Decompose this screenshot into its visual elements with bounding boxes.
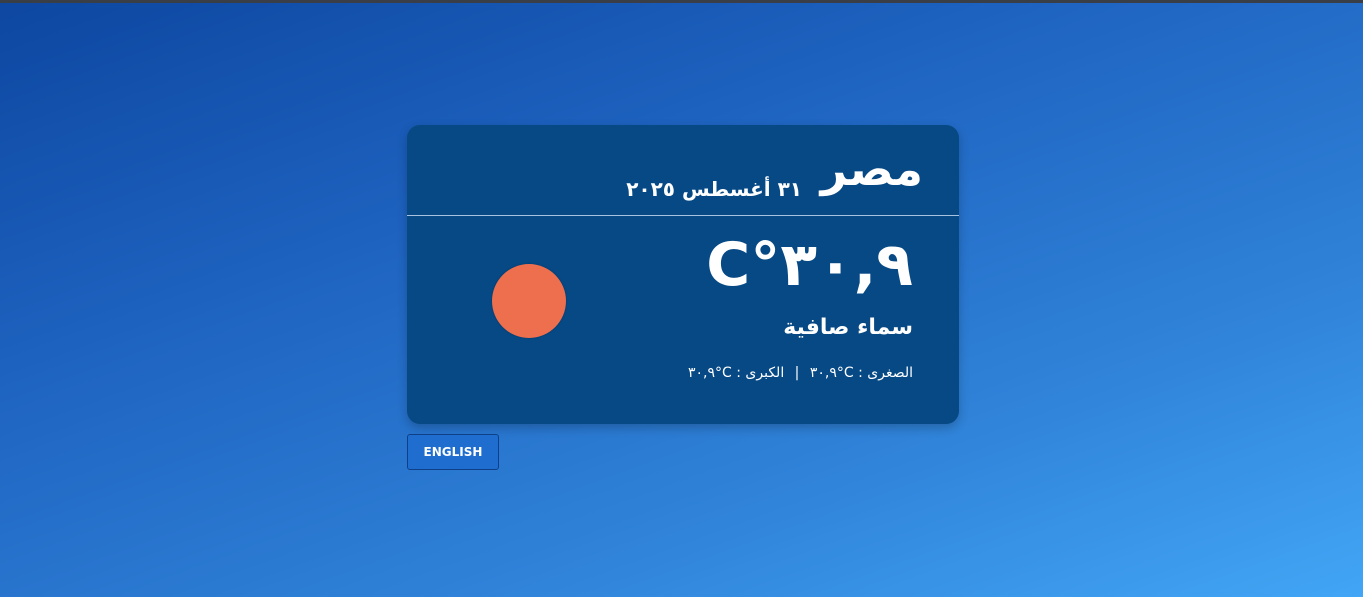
min-max-temperatures: الصغرى : C°٣٠,٩ | الكبرى : C°٣٠,٩ <box>688 362 913 384</box>
city-name: مصر <box>820 142 923 196</box>
min-max-separator: | <box>794 365 800 381</box>
min-value: C°٣٠,٩ <box>809 365 854 381</box>
weather-card: مصر ٣١ أغسطس ٢٠٢٥ C°٣٠,٩ سماء صافية الصغ… <box>407 125 959 424</box>
sun-icon <box>492 264 566 338</box>
top-strip <box>0 0 1363 3</box>
max-label: الكبرى : <box>736 365 785 381</box>
weather-condition: سماء صافية <box>783 315 913 340</box>
card-header: مصر ٣١ أغسطس ٢٠٢٥ <box>407 125 959 216</box>
language-toggle-button[interactable]: ENGLISH <box>407 434 499 470</box>
max-value: C°٣٠,٩ <box>688 365 732 381</box>
current-date: ٣١ أغسطس ٢٠٢٥ <box>626 177 802 201</box>
current-temperature: C°٣٠,٩ <box>706 230 913 300</box>
min-label: الصغرى : <box>858 365 913 381</box>
